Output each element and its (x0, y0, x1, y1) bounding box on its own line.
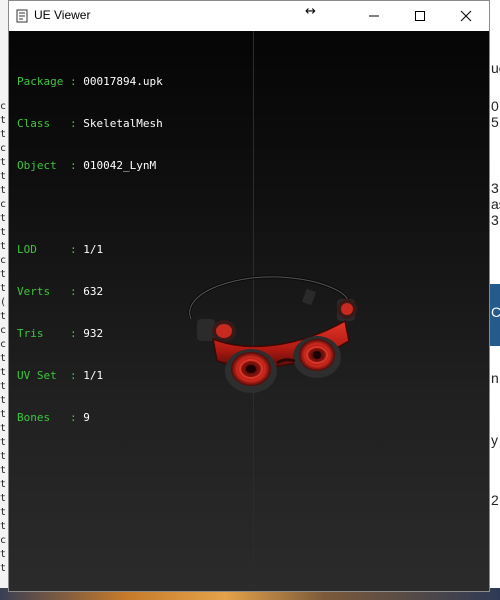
maximize-button[interactable] (397, 1, 443, 31)
info-value: 1/1 (83, 243, 104, 256)
background-text-fragment: y (491, 432, 498, 448)
info-value: 1/1 (83, 369, 104, 382)
info-row-object: Object : 010042_LynM (17, 159, 157, 172)
close-button[interactable] (443, 1, 489, 31)
background-text-fragment: 5 (491, 114, 499, 130)
app-icon (16, 9, 28, 23)
background-text-fragment: C (491, 304, 500, 320)
background-text-fragment: 2 (491, 492, 499, 508)
info-value: SkeletalMesh (83, 117, 163, 130)
background-text-fragment: ue (491, 60, 500, 76)
info-row-bones: Bones : 9 (17, 411, 90, 424)
info-label: Object (17, 159, 64, 172)
3d-viewport[interactable]: Package : 00017894.upk Class : SkeletalM… (9, 31, 489, 591)
info-value: 010042_LynM (83, 159, 157, 172)
info-label: Tris (17, 327, 64, 340)
info-row-uvset: UV Set : 1/1 (17, 369, 104, 382)
info-label: UV Set (17, 369, 64, 382)
background-text-left: c t t c t t t c t t t c t t ( t c c t t … (0, 101, 7, 574)
background-text-fragment: 0 (491, 98, 499, 114)
background-text-fragment: 3 (491, 212, 499, 228)
info-label: Bones (17, 411, 64, 424)
resize-cursor-icon: ↔ (305, 4, 316, 19)
info-value: 9 (83, 411, 90, 424)
background-text-fragment: as (491, 196, 500, 212)
info-label: LOD (17, 243, 64, 256)
background-text-fragment: n (491, 370, 499, 386)
minimize-button[interactable] (351, 1, 397, 31)
info-value: 632 (83, 285, 104, 298)
window-title: UE Viewer (34, 8, 91, 22)
minimize-icon (369, 15, 379, 17)
info-row-verts: Verts : 632 (17, 285, 104, 298)
mesh-info-overlay: Package : 00017894.upk Class : SkeletalM… (17, 47, 163, 453)
goggles-mesh-render (188, 275, 357, 393)
info-label: Class (17, 117, 64, 130)
title-bar[interactable]: UE Viewer ↔ (9, 1, 489, 31)
info-row-lod: LOD : 1/1 (17, 243, 104, 256)
info-row-package: Package : 00017894.upk (17, 75, 163, 88)
info-row-tris: Tris : 932 (17, 327, 104, 340)
ue-viewer-window: UE Viewer ↔ Package : 00017894.upk Class… (8, 0, 490, 592)
background-text-fragment: 3 (491, 180, 499, 196)
info-value: 932 (83, 327, 104, 340)
background-app-right: ue 0 5 3 as 3 C n y 2 (490, 0, 500, 600)
info-value: 00017894.upk (83, 75, 163, 88)
close-icon (460, 10, 472, 22)
maximize-icon (415, 11, 425, 21)
info-label: Package (17, 75, 64, 88)
background-app-left: c t t c t t t c t t t c t t ( t c c t t … (0, 0, 8, 600)
info-label: Verts (17, 285, 64, 298)
info-row-class: Class : SkeletalMesh (17, 117, 163, 130)
